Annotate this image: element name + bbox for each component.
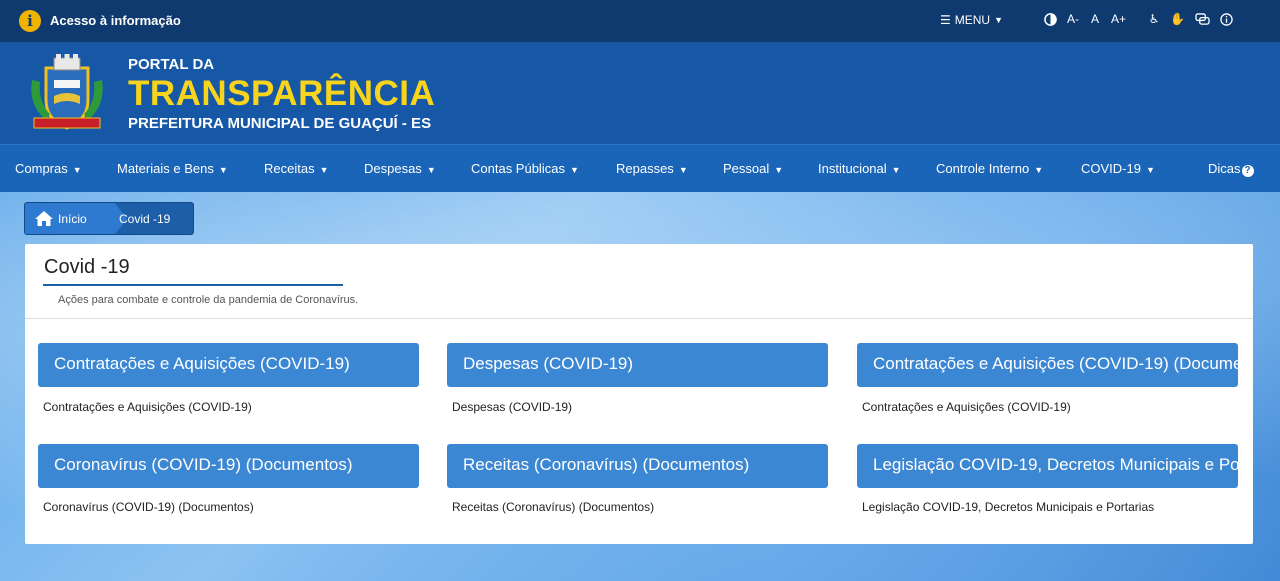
portal-title-line1: PORTAL DA <box>128 56 215 73</box>
info-circle-icon[interactable] <box>1220 12 1233 26</box>
nav-item-compras[interactable]: Compras ▼ <box>15 161 82 176</box>
accessibility-bar: i Acesso à informação ☰ MENU ▼ A- A A+ ♿… <box>0 0 1280 42</box>
card-legislacao-desc: Legislação COVID-19, Decretos Municipais… <box>862 500 1155 514</box>
card-receitas-documentos-button[interactable]: Receitas (Coronavírus) (Documentos) <box>447 444 828 488</box>
font-decrease-button[interactable]: A- <box>1067 12 1079 26</box>
nav-label: Dicas <box>1208 161 1241 176</box>
sign-language-icon[interactable]: ✋ <box>1170 12 1185 26</box>
chevron-down-icon: ▼ <box>994 15 1004 25</box>
nav-item-pessoal[interactable]: Pessoal ▼ <box>723 161 783 176</box>
breadcrumb-home-label: Início <box>58 211 87 226</box>
card-contratacoes-documentos-button[interactable]: Contratações e Aquisições (COVID-19) (Do… <box>857 343 1238 387</box>
card-contratacoes-aquisicoes-desc: Contratações e Aquisições (COVID-19) <box>43 400 252 414</box>
chevron-down-icon: ▼ <box>891 165 901 175</box>
content-panel: Covid -19 Ações para combate e controle … <box>25 244 1253 544</box>
nav-label: Repasses <box>616 161 674 176</box>
hamburger-icon: ☰ <box>940 13 951 27</box>
chevron-down-icon: ▼ <box>426 165 436 175</box>
home-icon <box>35 211 53 226</box>
breadcrumb: Início Covid -19 <box>24 202 194 235</box>
nav-item-contas-publicas[interactable]: Contas Públicas ▼ <box>471 161 579 176</box>
municipal-coat-of-arms-logo[interactable] <box>24 50 110 136</box>
font-reset-button[interactable]: A <box>1089 12 1101 26</box>
nav-label: Receitas <box>264 161 315 176</box>
site-header: PORTAL DA TRANSPARÊNCIA PREFEITURA MUNIC… <box>0 42 1280 144</box>
portal-title-municipality: PREFEITURA MUNICIPAL DE GUAÇUÍ - ES <box>128 115 432 132</box>
main-navigation: Compras ▼ Materiais e Bens ▼ Receitas ▼ Des… <box>0 144 1280 192</box>
card-contratacoes-aquisicoes-button[interactable]: Contratações e Aquisições (COVID-19) <box>38 343 419 387</box>
nav-label: Materiais e Bens <box>117 161 214 176</box>
chevron-down-icon: ▼ <box>678 165 688 175</box>
breadcrumb-home-link[interactable]: Início <box>25 203 127 234</box>
nav-label: Institucional <box>818 161 887 176</box>
nav-item-repasses[interactable]: Repasses ▼ <box>616 161 688 176</box>
chevron-down-icon: ▼ <box>72 165 82 175</box>
card-coronavirus-documentos-button[interactable]: Coronavírus (COVID-19) (Documentos) <box>38 444 419 488</box>
portal-title-main: TRANSPARÊNCIA <box>128 74 436 113</box>
nav-label: COVID-19 <box>1081 161 1141 176</box>
nav-label: Contas Públicas <box>471 161 565 176</box>
menu-button[interactable]: ☰ MENU ▼ <box>940 13 1003 27</box>
chevron-down-icon: ▼ <box>319 165 329 175</box>
chevron-down-icon: ▼ <box>1034 165 1044 175</box>
nav-label: Pessoal <box>723 161 770 176</box>
contrast-icon[interactable] <box>1044 12 1057 26</box>
nav-item-institucional[interactable]: Institucional ▼ <box>818 161 901 176</box>
page-subtitle: Ações para combate e controle da pandemi… <box>58 294 359 306</box>
card-contratacoes-documentos-desc: Contratações e Aquisições (COVID-19) <box>862 400 1071 414</box>
divider <box>25 318 1253 319</box>
chevron-down-icon: ▼ <box>569 165 579 175</box>
accessibility-tools: A- A A+ ♿ ✋ <box>1044 12 1233 26</box>
wheelchair-icon[interactable]: ♿ <box>1148 12 1160 26</box>
nav-item-covid-19[interactable]: COVID-19 ▼ <box>1081 161 1155 176</box>
page-title: Covid -19 <box>44 256 130 278</box>
font-increase-button[interactable]: A+ <box>1111 12 1126 26</box>
card-despesas-button[interactable]: Despesas (COVID-19) <box>447 343 828 387</box>
access-info-link[interactable]: Acesso à informação <box>50 13 181 28</box>
menu-label: MENU <box>954 13 991 27</box>
nav-item-controle-interno[interactable]: Controle Interno ▼ <box>936 161 1043 176</box>
chevron-down-icon: ▼ <box>774 165 784 175</box>
breadcrumb-current: Covid -19 <box>119 212 171 226</box>
nav-label: Compras <box>15 161 68 176</box>
nav-label: Despesas <box>364 161 422 176</box>
nav-label: Controle Interno <box>936 161 1030 176</box>
chevron-down-icon: ▼ <box>218 165 228 175</box>
nav-item-dicas[interactable]: Dicas? <box>1208 161 1254 177</box>
card-coronavirus-documentos-desc: Coronavírus (COVID-19) (Documentos) <box>43 500 254 514</box>
nav-item-materiais-bens[interactable]: Materiais e Bens ▼ <box>117 161 228 176</box>
chat-icon[interactable] <box>1195 12 1210 26</box>
help-icon: ? <box>1241 165 1254 177</box>
title-underline <box>43 284 343 286</box>
card-receitas-documentos-desc: Receitas (Coronavírus) (Documentos) <box>452 500 655 514</box>
card-legislacao-button[interactable]: Legislação COVID-19, Decretos Municipais… <box>857 444 1238 488</box>
nav-item-receitas[interactable]: Receitas ▼ <box>264 161 329 176</box>
card-despesas-desc: Despesas (COVID-19) <box>452 400 573 414</box>
chevron-down-icon: ▼ <box>1145 165 1155 175</box>
info-icon[interactable]: i <box>19 10 41 32</box>
nav-item-despesas[interactable]: Despesas ▼ <box>364 161 436 176</box>
